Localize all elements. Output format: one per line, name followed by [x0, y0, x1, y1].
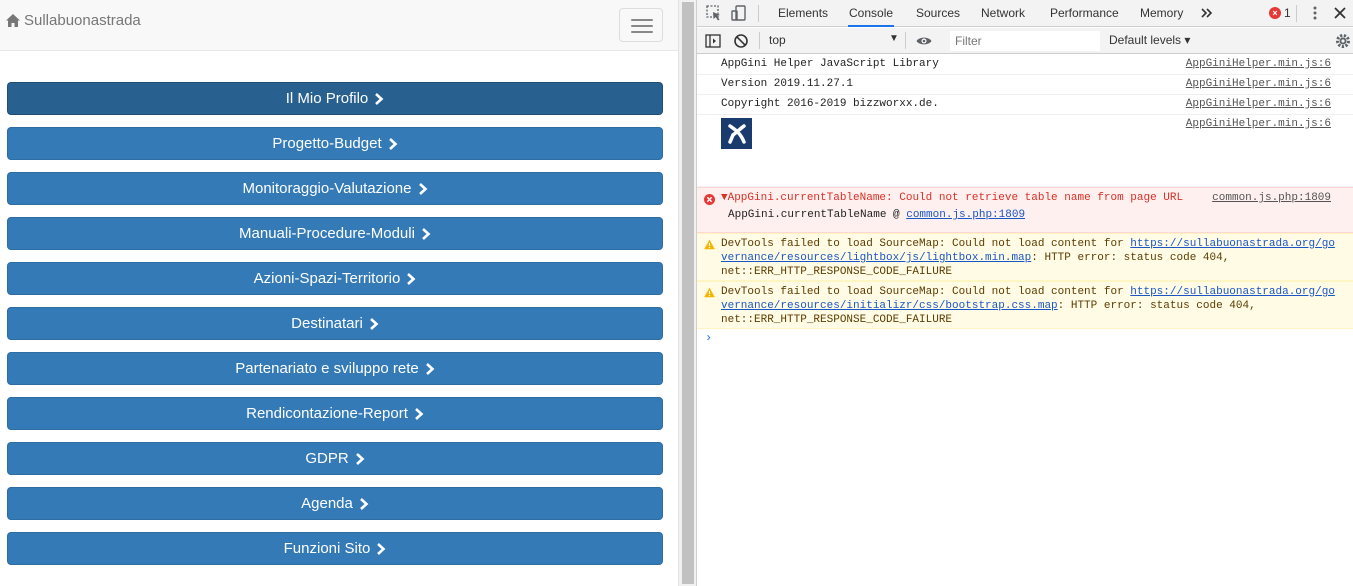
chevron-right-icon: [359, 497, 369, 510]
console-messages: AppGini Helper JavaScript Library AppGin…: [697, 55, 1353, 586]
chevron-right-icon: [422, 227, 431, 240]
bizzworxx-logo-image: [721, 118, 752, 149]
source-link[interactable]: AppGiniHelper.min.js:6: [1186, 78, 1331, 90]
menu-button-progetto-budget[interactable]: Progetto-Budget: [7, 127, 663, 160]
chevron-right-icon: [415, 407, 424, 420]
console-toolbar: top ▼ Default levels ▾: [697, 28, 1353, 54]
scrollbar-thumb[interactable]: [682, 2, 694, 584]
menu-button-il-mio-profilo[interactable]: Il Mio Profilo: [7, 82, 663, 115]
chevron-right-icon: [388, 137, 398, 150]
menu-button-funzioni-sito[interactable]: Funzioni Sito: [7, 532, 663, 565]
warning-triangle-icon: [704, 287, 715, 298]
menu-button-azioni-spazi-territorio[interactable]: Azioni-Spazi-Territorio: [7, 262, 663, 295]
default-levels-dropdown[interactable]: Default levels ▾: [1109, 33, 1190, 47]
console-warning-message: DevTools failed to load SourceMap: Could…: [697, 233, 1353, 281]
error-circle-icon: [704, 194, 715, 205]
menu-button-manuali-procedure-moduli[interactable]: Manuali-Procedure-Moduli: [7, 217, 663, 250]
brand-link[interactable]: Sullabuonastrada: [5, 12, 141, 29]
sourcemap-link[interactable]: vernance/resources/initializr/css/bootst…: [721, 300, 1058, 312]
home-icon: [6, 14, 20, 27]
warning-triangle-icon: [704, 239, 715, 250]
filter-input[interactable]: [950, 31, 1100, 51]
console-warning-message: DevTools failed to load SourceMap: Could…: [697, 281, 1353, 329]
error-icon: ×: [1269, 7, 1281, 19]
context-selector[interactable]: top: [769, 33, 786, 47]
menu-button-agenda[interactable]: Agenda: [7, 487, 663, 520]
expand-triangle-icon[interactable]: ▼: [721, 192, 728, 204]
chevron-right-icon: [407, 272, 416, 285]
chevron-right-icon: [369, 317, 379, 330]
device-toolbar-icon[interactable]: [730, 4, 748, 22]
sourcemap-link[interactable]: https://sullabuonastrada.org/go: [1130, 286, 1335, 298]
devtools-panel: Elements Console Sources Network Perform…: [696, 0, 1353, 586]
kebab-menu-icon[interactable]: [1306, 4, 1324, 22]
clear-console-icon[interactable]: [732, 32, 750, 50]
menu-button-gdpr[interactable]: GDPR: [7, 442, 663, 475]
main-menu: Il Mio Profilo Progetto-Budget Monitorag…: [7, 82, 663, 577]
menu-button-monitoraggio-valutazione[interactable]: Monitoraggio-Valutazione: [7, 172, 663, 205]
tab-performance[interactable]: Performance: [1049, 0, 1120, 27]
sourcemap-link[interactable]: vernance/resources/lightbox/js/lightbox.…: [721, 252, 1031, 264]
chevron-right-icon: [355, 452, 365, 465]
source-link[interactable]: AppGiniHelper.min.js:6: [1186, 58, 1331, 70]
tab-elements[interactable]: Elements: [777, 0, 829, 27]
tab-console[interactable]: Console: [848, 0, 895, 27]
web-page: Sullabuonastrada Il Mio Profilo Progetto…: [0, 0, 678, 586]
close-icon[interactable]: [1331, 4, 1349, 22]
console-error-message: ▼AppGini.currentTableName: Could not ret…: [697, 187, 1353, 233]
dropdown-arrow-icon[interactable]: ▼: [889, 33, 899, 44]
menu-button-rendicontazione-report[interactable]: Rendicontazione-Report: [7, 397, 663, 430]
hamburger-icon: [631, 19, 653, 21]
devtools-tab-bar: Elements Console Sources Network Perform…: [697, 0, 1353, 27]
logo-icon: [727, 123, 746, 144]
menu-button-partenariato[interactable]: Partenariato e sviluppo rete: [7, 352, 663, 385]
source-link[interactable]: AppGiniHelper.min.js:6: [1186, 98, 1331, 110]
sidebar-toggle-icon[interactable]: [704, 32, 722, 50]
console-message: Version 2019.11.27.1 AppGiniHelper.min.j…: [697, 75, 1353, 95]
more-tabs-icon[interactable]: [1200, 5, 1214, 21]
console-message: AppGiniHelper.min.js:6: [697, 115, 1353, 187]
navbar: Sullabuonastrada: [0, 0, 678, 51]
inspect-element-icon[interactable]: [705, 4, 723, 22]
console-message: Copyright 2016-2019 bizzworxx.de. AppGin…: [697, 95, 1353, 115]
source-link[interactable]: AppGiniHelper.min.js:6: [1186, 118, 1331, 130]
console-message: AppGini Helper JavaScript Library AppGin…: [697, 55, 1353, 75]
brand-text: Sullabuonastrada: [24, 12, 141, 29]
tab-memory[interactable]: Memory: [1139, 0, 1184, 27]
dropdown-arrow-icon: ▾: [1184, 33, 1191, 47]
console-prompt-chevron-icon[interactable]: ›: [705, 331, 712, 345]
screen: Sullabuonastrada Il Mio Profilo Progetto…: [0, 0, 1353, 586]
tab-sources[interactable]: Sources: [915, 0, 961, 27]
chevron-right-icon: [375, 92, 384, 105]
source-link[interactable]: common.js.php:1809: [1212, 192, 1331, 204]
chevron-right-icon: [425, 362, 435, 375]
menu-button-destinatari[interactable]: Destinatari: [7, 307, 663, 340]
stack-trace-link[interactable]: common.js.php:1809: [906, 209, 1025, 221]
navbar-toggle-button[interactable]: [619, 8, 663, 42]
sourcemap-link[interactable]: https://sullabuonastrada.org/go: [1130, 238, 1335, 250]
error-count-badge[interactable]: × 1: [1269, 6, 1291, 20]
tab-network[interactable]: Network: [980, 0, 1026, 27]
eye-icon[interactable]: [915, 32, 933, 50]
chevron-right-icon: [377, 542, 386, 555]
page-scrollbar[interactable]: [678, 0, 696, 586]
chevron-right-icon: [418, 182, 427, 195]
console-settings-gear-icon[interactable]: [1334, 32, 1352, 50]
